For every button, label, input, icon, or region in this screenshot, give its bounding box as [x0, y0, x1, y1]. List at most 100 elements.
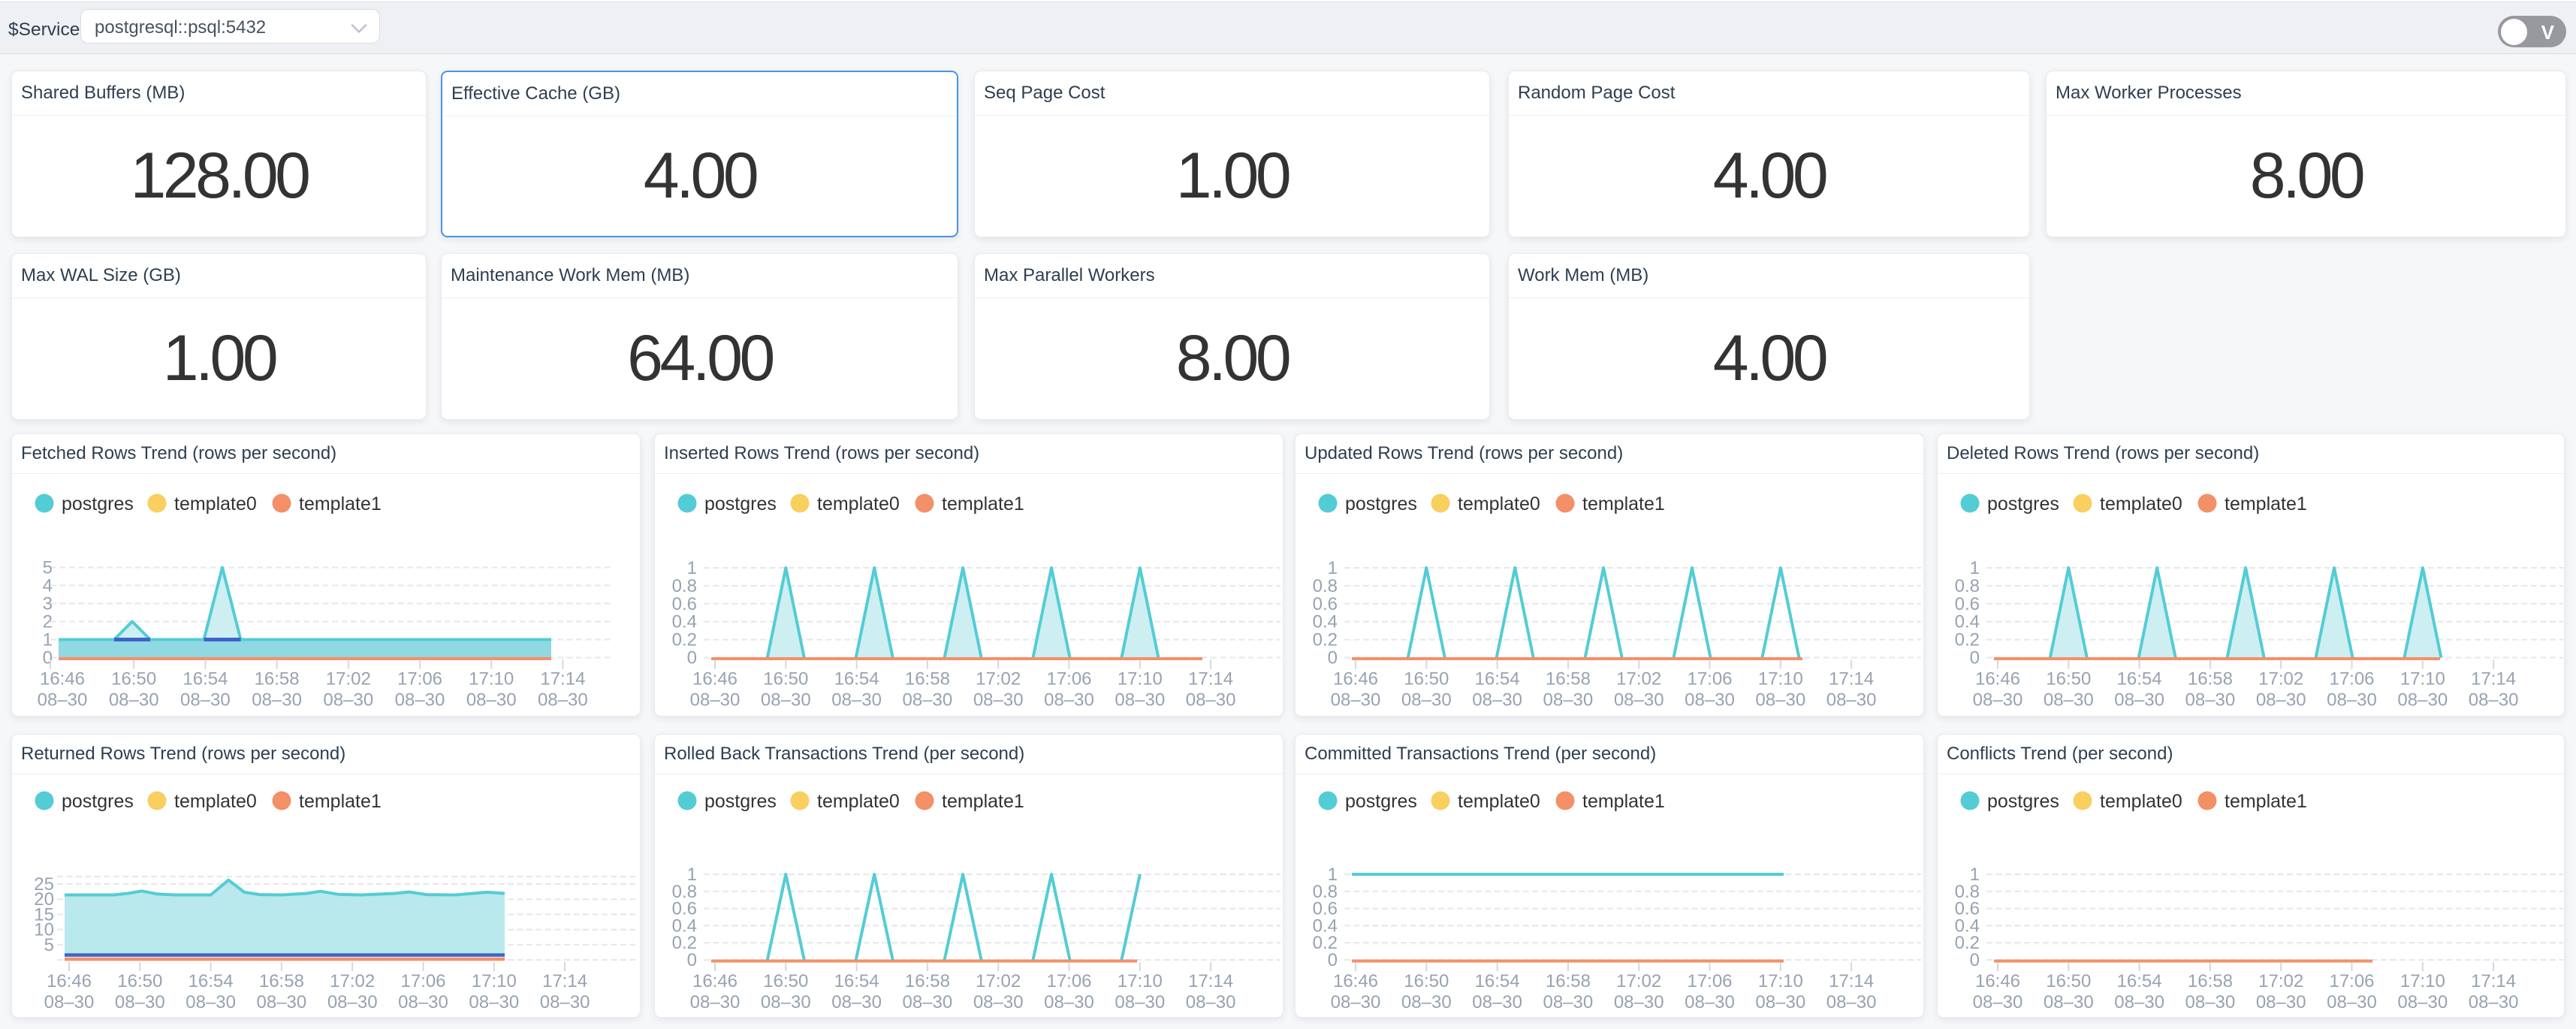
svg-text:16:58: 16:58	[1546, 669, 1591, 690]
svg-text:17:06: 17:06	[1046, 669, 1091, 690]
svg-text:17:14: 17:14	[2471, 971, 2516, 991]
svg-text:17:14: 17:14	[1829, 669, 1874, 690]
svg-text:template1: template1	[299, 791, 382, 812]
svg-text:16:50: 16:50	[763, 669, 808, 690]
svg-text:0.8: 0.8	[1313, 576, 1338, 596]
svg-text:17:10: 17:10	[472, 971, 517, 991]
svg-text:08–30: 08–30	[1044, 690, 1094, 711]
svg-text:08–30: 08–30	[252, 690, 302, 711]
svg-text:template1: template1	[1582, 493, 1665, 514]
svg-text:template0: template0	[2100, 791, 2182, 812]
svg-text:08–30: 08–30	[1044, 992, 1094, 1012]
svg-text:16:54: 16:54	[1475, 669, 1520, 690]
svg-text:17:06: 17:06	[1046, 971, 1091, 991]
svg-text:17:10: 17:10	[2400, 669, 2445, 690]
svg-text:16:46: 16:46	[1333, 971, 1378, 991]
svg-text:16:58: 16:58	[1546, 971, 1591, 991]
svg-text:08–30: 08–30	[2185, 992, 2236, 1012]
svg-text:08–30: 08–30	[323, 690, 373, 711]
svg-text:16:50: 16:50	[111, 669, 156, 690]
svg-text:0.8: 0.8	[1955, 576, 1980, 596]
svg-text:08–30: 08–30	[1826, 992, 1877, 1012]
svg-text:17:02: 17:02	[2258, 971, 2303, 991]
svg-text:17:06: 17:06	[1687, 971, 1732, 991]
svg-text:08–30: 08–30	[2256, 690, 2306, 711]
svg-text:17:14: 17:14	[1188, 971, 1233, 991]
svg-text:08–30: 08–30	[1401, 690, 1452, 711]
svg-text:16:54: 16:54	[189, 971, 234, 991]
svg-text:0.6: 0.6	[1955, 594, 1980, 614]
svg-text:postgres: postgres	[62, 791, 134, 812]
svg-text:08–30: 08–30	[2044, 690, 2094, 711]
svg-text:template1: template1	[942, 493, 1024, 514]
svg-text:08–30: 08–30	[973, 992, 1024, 1012]
svg-text:postgres: postgres	[1987, 493, 2059, 514]
svg-text:08–30: 08–30	[1755, 690, 1805, 711]
svg-text:template0: template0	[174, 791, 257, 812]
svg-text:postgres: postgres	[704, 791, 777, 812]
svg-text:16:46: 16:46	[1975, 971, 2020, 991]
svg-text:postgres: postgres	[1345, 791, 1417, 812]
svg-text:0.6: 0.6	[1313, 594, 1338, 614]
svg-text:08–30: 08–30	[1826, 690, 1877, 711]
svg-text:0.4: 0.4	[672, 612, 697, 632]
svg-text:08–30: 08–30	[38, 690, 88, 711]
svg-text:08–30: 08–30	[831, 690, 882, 711]
svg-text:template0: template0	[817, 493, 900, 514]
svg-text:template1: template1	[2225, 493, 2307, 514]
svg-text:16:46: 16:46	[1333, 669, 1378, 690]
svg-text:08–30: 08–30	[115, 992, 165, 1012]
svg-text:08–30: 08–30	[2327, 992, 2377, 1012]
svg-text:08–30: 08–30	[690, 992, 741, 1012]
svg-text:1: 1	[1328, 558, 1338, 578]
svg-text:17:14: 17:14	[1188, 669, 1233, 690]
svg-text:08–30: 08–30	[540, 992, 590, 1012]
svg-text:postgres: postgres	[704, 493, 777, 514]
svg-text:0.2: 0.2	[1313, 630, 1338, 650]
svg-text:0.6: 0.6	[672, 594, 697, 614]
svg-text:16:50: 16:50	[1404, 669, 1449, 690]
svg-text:16:54: 16:54	[834, 669, 879, 690]
svg-text:08–30: 08–30	[973, 690, 1024, 711]
svg-text:17:02: 17:02	[2258, 669, 2303, 690]
svg-text:08–30: 08–30	[690, 690, 741, 711]
svg-text:0.4: 0.4	[1313, 612, 1338, 632]
svg-text:16:50: 16:50	[2046, 971, 2091, 991]
svg-text:17:10: 17:10	[1758, 669, 1803, 690]
svg-text:16:58: 16:58	[2188, 971, 2233, 991]
svg-text:postgres: postgres	[1987, 791, 2059, 812]
svg-text:08–30: 08–30	[1331, 992, 1381, 1012]
svg-text:3: 3	[43, 594, 53, 614]
svg-text:template1: template1	[299, 493, 382, 514]
svg-text:08–30: 08–30	[109, 690, 159, 711]
svg-text:08–30: 08–30	[466, 690, 517, 711]
svg-text:template0: template0	[1458, 791, 1540, 812]
svg-text:16:50: 16:50	[117, 971, 162, 991]
svg-text:08–30: 08–30	[2256, 992, 2306, 1012]
svg-text:0: 0	[687, 648, 697, 668]
svg-text:17:06: 17:06	[397, 669, 442, 690]
svg-text:1: 1	[1970, 558, 1980, 578]
svg-text:0.8: 0.8	[672, 576, 697, 596]
svg-text:1: 1	[687, 558, 697, 578]
svg-text:2: 2	[43, 612, 53, 632]
svg-text:08–30: 08–30	[1401, 992, 1452, 1012]
svg-text:template1: template1	[2225, 791, 2307, 812]
svg-text:08–30: 08–30	[1472, 992, 1522, 1012]
svg-text:17:06: 17:06	[400, 971, 445, 991]
svg-text:08–30: 08–30	[761, 690, 811, 711]
svg-text:16:54: 16:54	[1475, 971, 1520, 991]
svg-text:08–30: 08–30	[1685, 690, 1735, 711]
svg-text:17:02: 17:02	[330, 971, 375, 991]
svg-text:08–30: 08–30	[2327, 690, 2377, 711]
svg-text:17:10: 17:10	[2400, 971, 2445, 991]
svg-text:17:14: 17:14	[542, 971, 587, 991]
svg-text:25: 25	[34, 874, 54, 895]
svg-text:08–30: 08–30	[1543, 690, 1594, 711]
svg-text:08–30: 08–30	[44, 992, 95, 1012]
svg-text:08–30: 08–30	[395, 690, 445, 711]
svg-text:16:46: 16:46	[692, 971, 738, 991]
svg-text:08–30: 08–30	[2469, 690, 2519, 711]
svg-text:17:02: 17:02	[976, 971, 1021, 991]
svg-text:16:50: 16:50	[2046, 669, 2091, 690]
